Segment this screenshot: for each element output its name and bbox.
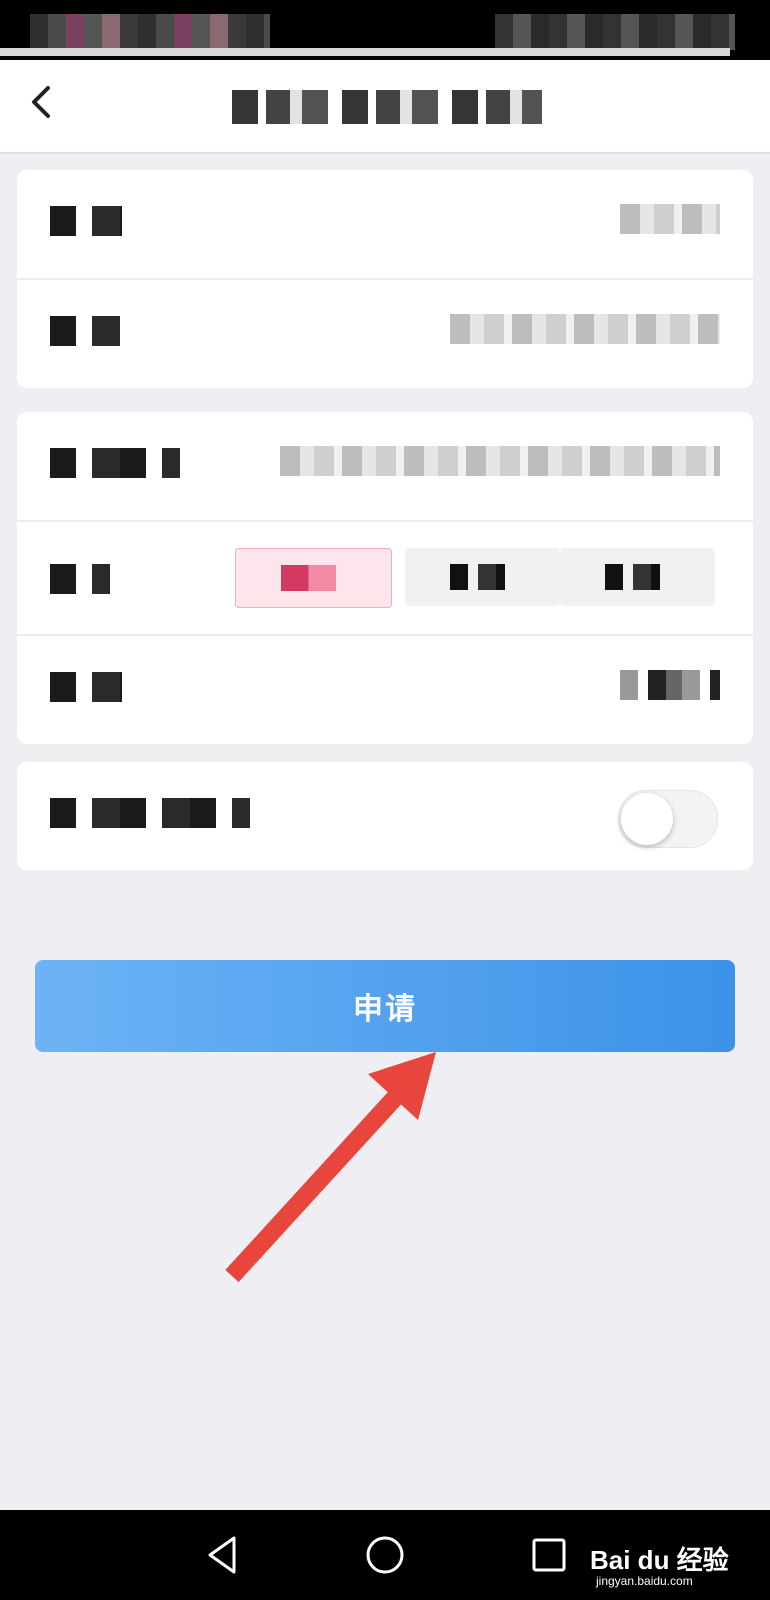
row-label (50, 448, 180, 478)
row-value (620, 204, 720, 234)
option-chip-label (450, 564, 505, 590)
status-bar (0, 0, 770, 60)
option-chip-label (605, 564, 660, 590)
toggle-row (17, 762, 753, 870)
recents-square-icon[interactable] (526, 1532, 572, 1578)
option-chip-selected[interactable] (235, 548, 392, 608)
toggle-card (17, 762, 753, 870)
system-nav-bar: Bai du 经验 jingyan.baidu.com (0, 1510, 770, 1600)
chevron-left-icon (32, 86, 50, 118)
info-row (17, 280, 753, 388)
option-row (17, 522, 753, 636)
info-card-1 (17, 170, 753, 388)
row-label (50, 564, 110, 594)
row-value (280, 446, 720, 476)
info-row (17, 170, 753, 280)
status-bar-divider (0, 48, 730, 56)
row-label (50, 672, 122, 702)
row-label (50, 316, 120, 346)
row-label (50, 206, 122, 236)
info-row[interactable] (17, 636, 753, 744)
apply-button[interactable]: 申请 (35, 960, 735, 1052)
status-bar-right-blurred (495, 14, 735, 50)
row-value (620, 670, 720, 700)
info-card-2 (17, 412, 753, 744)
row-value (450, 314, 720, 344)
info-row[interactable] (17, 412, 753, 522)
home-circle-icon[interactable] (362, 1532, 408, 1578)
status-bar-left-blurred (30, 14, 270, 50)
option-chip-label (281, 565, 336, 591)
option-chip[interactable] (560, 548, 715, 606)
page-title (232, 90, 542, 124)
top-navbar (0, 60, 770, 154)
toggle-switch[interactable] (618, 790, 718, 848)
watermark-url: jingyan.baidu.com (596, 1574, 693, 1588)
watermark-logo: Bai du 经验 (590, 1545, 729, 1575)
row-label (50, 798, 250, 828)
back-button[interactable] (22, 80, 66, 124)
toggle-knob (621, 793, 673, 845)
back-triangle-icon[interactable] (200, 1532, 246, 1578)
option-chip[interactable] (405, 548, 560, 606)
